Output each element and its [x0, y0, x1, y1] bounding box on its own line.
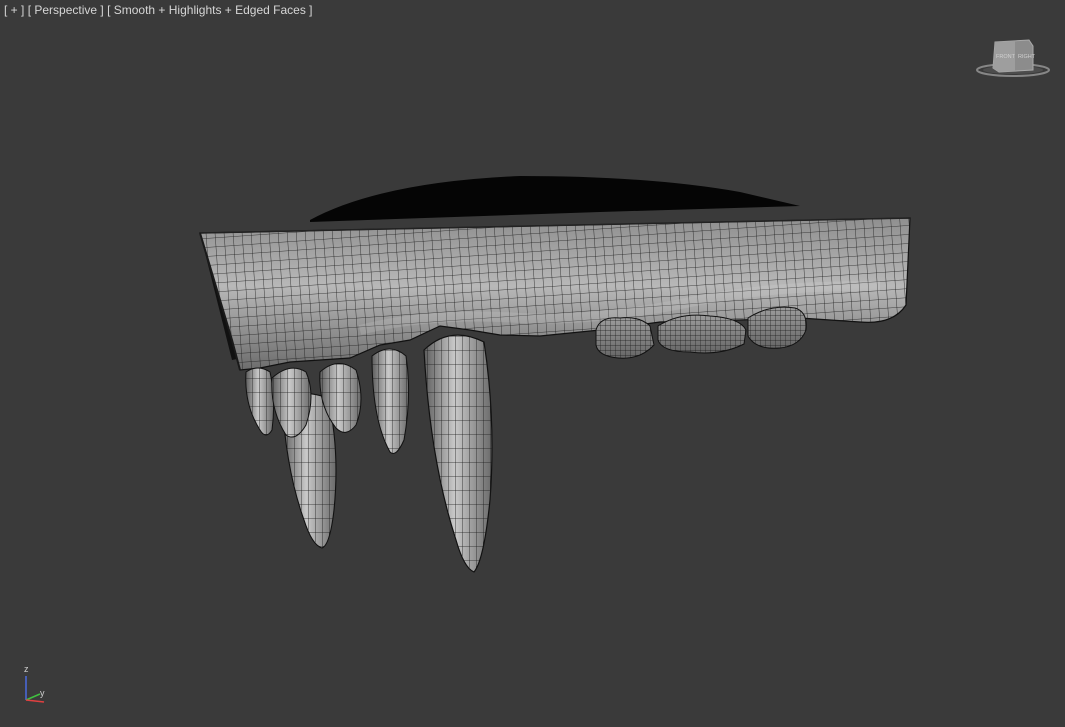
axis-tripod-icon: z y	[24, 664, 45, 703]
viewport-view-menu[interactable]: [ Perspective ]	[28, 3, 104, 17]
viewcube-right-label[interactable]: RIGHT	[1018, 54, 1036, 60]
upper-gum-mesh[interactable]	[195, 210, 915, 380]
viewport-plus-menu[interactable]: [ + ]	[4, 3, 24, 17]
front-teeth[interactable]	[245, 334, 493, 573]
viewcube-icon[interactable]: FRONT RIGHT	[975, 36, 1055, 80]
viewport-scene[interactable]	[0, 0, 1065, 727]
axis-y-label: y	[40, 688, 45, 698]
perspective-viewport[interactable]: [ + ] [ Perspective ] [ Smooth + Highlig…	[0, 0, 1065, 727]
viewport-shading-menu[interactable]: [ Smooth + Highlights + Edged Faces ]	[107, 3, 312, 17]
viewport-label-menu: [ + ] [ Perspective ] [ Smooth + Highlig…	[4, 3, 313, 17]
viewcube-front-label[interactable]: FRONT	[996, 54, 1016, 60]
axis-z-label: z	[24, 664, 29, 674]
